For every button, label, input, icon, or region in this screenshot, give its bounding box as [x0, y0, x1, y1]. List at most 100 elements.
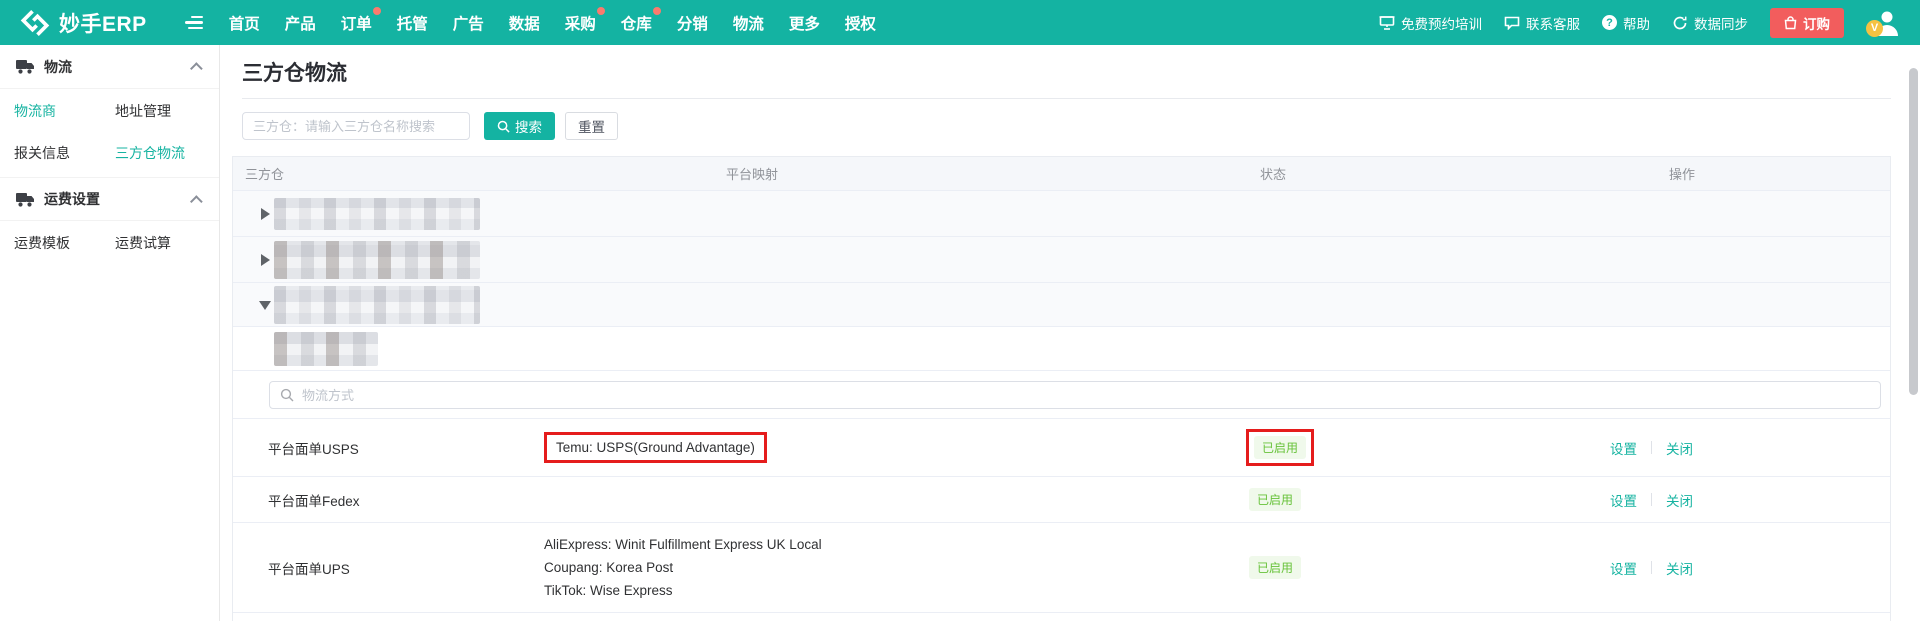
- close-link[interactable]: 关闭: [1666, 438, 1693, 458]
- platform-mapping-cell: AliExpress: Winit Fulfillment Express UK…: [544, 533, 1232, 602]
- sidebar-section-logistics[interactable]: 物流: [0, 45, 219, 89]
- logistics-method-name: 平台面单Fedex: [268, 493, 360, 509]
- nav-home[interactable]: 首页: [227, 8, 262, 38]
- nav-logistics[interactable]: 物流: [731, 8, 766, 38]
- mapping-text: AliExpress: Winit Fulfillment Express UK…: [544, 537, 822, 552]
- subscribe-button[interactable]: 订购: [1770, 7, 1844, 38]
- warehouse-subitem-row[interactable]: [233, 327, 1890, 371]
- main-content: 三方仓物流 搜索 重置 三方仓 平台映射 状态 操作: [220, 45, 1920, 621]
- mapping-text: TikTok: Wise Express: [544, 583, 673, 598]
- redacted-content: [274, 332, 378, 366]
- app-window: 妙手ERP 首页 产品 订单 托管 广告 数据 采购 仓库 分销 物流 更多 授…: [0, 0, 1920, 621]
- nav-orders[interactable]: 订单: [339, 6, 381, 38]
- main-nav: 首页 产品 订单 托管 广告 数据 采购 仓库 分销 物流 更多 授权: [227, 6, 878, 38]
- scrollbar-thumb[interactable]: [1909, 68, 1918, 395]
- nav-more[interactable]: 更多: [787, 8, 822, 38]
- sidebar-item-third-party-warehouse[interactable]: 三方仓物流: [115, 143, 219, 163]
- shopping-bag-icon: [1784, 15, 1797, 30]
- nav-purchasing[interactable]: 采购: [563, 6, 605, 38]
- sidebar-section-title: 物流: [44, 58, 72, 75]
- menu-toggle-icon[interactable]: [184, 15, 203, 30]
- question-mark-icon: [1602, 15, 1617, 30]
- warehouse-table: 三方仓 平台映射 状态 操作 物流方式 平台面单USPS Temu: USPS(…: [232, 156, 1891, 621]
- sidebar-item-address-management[interactable]: 地址管理: [115, 101, 219, 121]
- nav-ads[interactable]: 广告: [451, 8, 486, 38]
- status-badge: 已启用: [1254, 436, 1307, 459]
- nav-authorization[interactable]: 授权: [843, 8, 878, 38]
- sidebar-item-freight-trial[interactable]: 运费试算: [115, 233, 219, 253]
- action-separator: [1651, 493, 1652, 506]
- nav-data[interactable]: 数据: [507, 8, 542, 38]
- mapping-text: Coupang: Korea Post: [544, 560, 674, 575]
- chat-icon: [1504, 15, 1520, 30]
- brand-logo[interactable]: 妙手ERP: [20, 8, 147, 38]
- truck-icon: [16, 59, 35, 74]
- sidebar-subnav-logistics: 物流商 地址管理 报关信息 三方仓物流: [0, 89, 219, 177]
- status-cell: 已启用: [1232, 488, 1610, 511]
- truck-icon: [16, 192, 35, 207]
- actions-cell: 设置 关闭: [1610, 558, 1890, 578]
- nav-warehouse[interactable]: 仓库: [619, 6, 661, 38]
- settings-link[interactable]: 设置: [1610, 558, 1637, 578]
- close-link[interactable]: 关闭: [1666, 490, 1693, 510]
- actions-cell: 设置 关闭: [1610, 438, 1890, 458]
- status-badge: 已启用: [1249, 556, 1302, 579]
- sidebar-subnav-freight: 运费模板 运费试算: [0, 221, 219, 267]
- sync-icon: [1672, 15, 1688, 31]
- avatar-level-badge: V: [1866, 19, 1883, 37]
- nav-products[interactable]: 产品: [283, 8, 318, 38]
- mapping-text: Temu: USPS(Ground Advantage): [556, 440, 755, 455]
- settings-link[interactable]: 设置: [1610, 490, 1637, 510]
- redacted-content: [274, 286, 480, 324]
- free-training-link[interactable]: 免费预约培训: [1379, 13, 1482, 33]
- table-row: 平台面单USPS Temu: USPS(Ground Advantage) 已启…: [233, 419, 1890, 477]
- reset-button[interactable]: 重置: [565, 112, 618, 140]
- sidebar-section-freight-settings[interactable]: 运费设置: [0, 177, 219, 221]
- title-divider: [242, 98, 1891, 99]
- redacted-content: [274, 241, 480, 279]
- top-bar: 妙手ERP 首页 产品 订单 托管 广告 数据 采购 仓库 分销 物流 更多 授…: [0, 0, 1920, 45]
- table-row: 平台面单Fedex 已启用 设置 关闭: [233, 477, 1890, 523]
- column-header-status: 状态: [1260, 167, 1287, 182]
- close-link[interactable]: 关闭: [1666, 558, 1693, 578]
- sidebar-item-freight-template[interactable]: 运费模板: [14, 233, 115, 253]
- warehouse-group-row[interactable]: [233, 191, 1890, 237]
- highlight-box: 已启用: [1246, 429, 1315, 466]
- user-avatar[interactable]: V: [1866, 9, 1900, 37]
- expand-caret-icon[interactable]: [261, 207, 270, 220]
- column-header-actions: 操作: [1669, 167, 1696, 182]
- search-icon: [497, 120, 510, 133]
- help-link[interactable]: 帮助: [1602, 13, 1650, 33]
- brand-name: 妙手ERP: [59, 12, 147, 36]
- search-icon: [280, 388, 294, 402]
- filter-bar: 搜索 重置: [242, 112, 618, 140]
- nav-distribution[interactable]: 分销: [675, 8, 710, 38]
- column-header-platform-mapping: 平台映射: [726, 167, 779, 182]
- platform-mapping-cell: Temu: USPS(Ground Advantage): [544, 432, 1232, 463]
- warehouse-group-row[interactable]: [233, 237, 1890, 283]
- logistics-method-name: 平台面单USPS: [268, 441, 359, 457]
- brand-logo-icon: [20, 8, 50, 38]
- status-badge: 已启用: [1249, 488, 1302, 511]
- collapse-caret-icon[interactable]: [259, 300, 271, 310]
- warehouse-search-input[interactable]: [242, 112, 470, 140]
- sidebar-item-customs-info[interactable]: 报关信息: [14, 143, 115, 163]
- contact-support-link[interactable]: 联系客服: [1504, 13, 1580, 33]
- warehouse-group-row-expanded[interactable]: [233, 283, 1890, 327]
- presentation-icon: [1379, 15, 1395, 30]
- logistics-search-row: [233, 371, 1890, 419]
- table-header: 三方仓 平台映射 状态 操作: [233, 157, 1890, 191]
- nav-hosting[interactable]: 托管: [395, 8, 430, 38]
- redacted-content: [274, 198, 480, 230]
- logistics-method-search-input[interactable]: [269, 381, 1881, 409]
- sidebar: 物流 物流商 地址管理 报关信息 三方仓物流 运费设置 运费模板 运费试算: [0, 45, 220, 621]
- actions-cell: 设置 关闭: [1610, 490, 1890, 510]
- sidebar-item-logistics-provider[interactable]: 物流商: [14, 101, 115, 121]
- search-button[interactable]: 搜索: [484, 112, 555, 140]
- expand-caret-icon[interactable]: [261, 253, 270, 266]
- table-row: 平台面单UPS AliExpress: Winit Fulfillment Ex…: [233, 523, 1890, 613]
- sidebar-section-title: 运费设置: [44, 191, 100, 207]
- data-sync-link[interactable]: 数据同步: [1672, 13, 1748, 33]
- settings-link[interactable]: 设置: [1610, 438, 1637, 458]
- status-cell: 已启用: [1232, 556, 1610, 579]
